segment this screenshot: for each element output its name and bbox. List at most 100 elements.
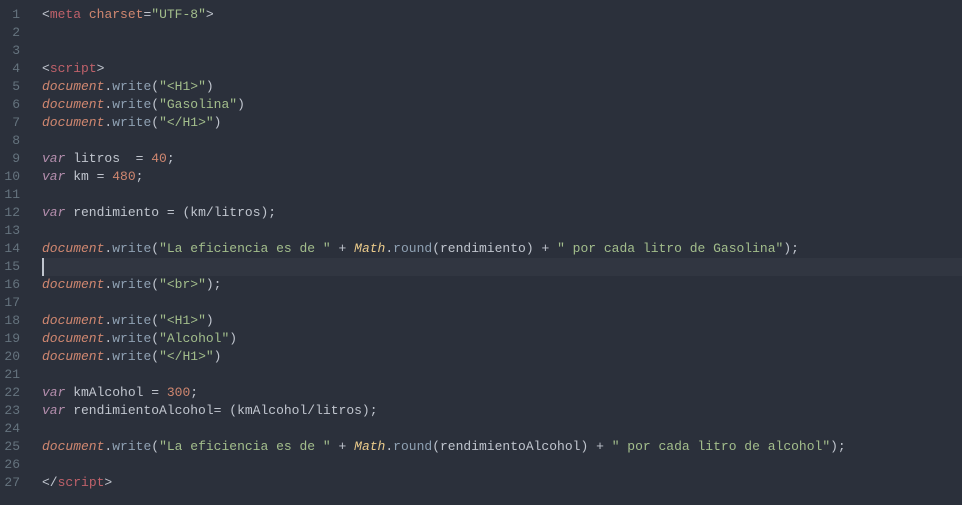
code-line[interactable]: document.write("<H1>") bbox=[42, 78, 962, 96]
code-line[interactable]: document.write("Alcohol") bbox=[42, 330, 962, 348]
code-line[interactable]: var kmAlcohol = 300; bbox=[42, 384, 962, 402]
code-token: meta bbox=[50, 7, 81, 22]
line-number: 18 bbox=[0, 312, 26, 330]
code-token: ); bbox=[783, 241, 799, 256]
code-token: rendimientoAlcohol bbox=[440, 439, 580, 454]
code-line[interactable]: document.write("Gasolina") bbox=[42, 96, 962, 114]
code-token: ) bbox=[214, 349, 222, 364]
line-number: 20 bbox=[0, 348, 26, 366]
line-number: 23 bbox=[0, 402, 26, 420]
line-number: 5 bbox=[0, 78, 26, 96]
code-token: document bbox=[42, 313, 104, 328]
line-number: 2 bbox=[0, 24, 26, 42]
code-token: Math bbox=[354, 241, 385, 256]
code-line[interactable] bbox=[42, 294, 962, 312]
code-token: ( bbox=[229, 403, 237, 418]
line-number: 21 bbox=[0, 366, 26, 384]
code-token: ( bbox=[151, 115, 159, 130]
code-token: " por cada litro de alcohol" bbox=[612, 439, 830, 454]
code-token: ( bbox=[432, 241, 440, 256]
code-token: + bbox=[596, 439, 604, 454]
code-line[interactable]: <script> bbox=[42, 60, 962, 78]
code-token: ; bbox=[167, 151, 175, 166]
code-line[interactable]: </script> bbox=[42, 474, 962, 492]
code-line[interactable]: document.write("La eficiencia es de " + … bbox=[42, 438, 962, 456]
line-number: 6 bbox=[0, 96, 26, 114]
code-token: ( bbox=[151, 349, 159, 364]
code-line[interactable] bbox=[42, 258, 962, 276]
code-line[interactable]: document.write("La eficiencia es de " + … bbox=[42, 240, 962, 258]
code-token: write bbox=[112, 313, 151, 328]
code-token: document bbox=[42, 331, 104, 346]
code-token: . bbox=[385, 439, 393, 454]
line-number: 16 bbox=[0, 276, 26, 294]
code-token: write bbox=[112, 277, 151, 292]
code-line[interactable] bbox=[42, 420, 962, 438]
code-token: write bbox=[112, 439, 151, 454]
code-token: ( bbox=[151, 97, 159, 112]
code-token bbox=[81, 7, 89, 22]
code-token: 300 bbox=[167, 385, 190, 400]
code-token: ) bbox=[206, 313, 214, 328]
code-token: < bbox=[42, 7, 50, 22]
code-token: km bbox=[65, 169, 96, 184]
code-line[interactable]: var km = 480; bbox=[42, 168, 962, 186]
code-token bbox=[331, 439, 339, 454]
code-line[interactable]: document.write("</H1>") bbox=[42, 348, 962, 366]
line-number: 14 bbox=[0, 240, 26, 258]
code-token: document bbox=[42, 277, 104, 292]
line-number: 4 bbox=[0, 60, 26, 78]
code-token: "<br>" bbox=[159, 277, 206, 292]
code-line[interactable]: <meta charset="UTF-8"> bbox=[42, 6, 962, 24]
code-token: ( bbox=[151, 439, 159, 454]
code-token: script bbox=[50, 61, 97, 76]
code-token: ) bbox=[206, 79, 214, 94]
code-line[interactable]: document.write("</H1>") bbox=[42, 114, 962, 132]
code-token: "</H1>" bbox=[159, 349, 214, 364]
code-token: round bbox=[393, 241, 432, 256]
code-token: write bbox=[112, 79, 151, 94]
code-token bbox=[346, 439, 354, 454]
code-token: = bbox=[167, 205, 175, 220]
code-line[interactable] bbox=[42, 132, 962, 150]
code-token: ); bbox=[362, 403, 378, 418]
code-line[interactable]: document.write("<H1>") bbox=[42, 312, 962, 330]
code-token: kmAlcohol bbox=[65, 385, 151, 400]
code-line[interactable] bbox=[42, 24, 962, 42]
code-token: "Gasolina" bbox=[159, 97, 237, 112]
code-editor[interactable]: 1234567891011121314151617181920212223242… bbox=[0, 0, 962, 505]
code-line[interactable]: var rendimiento = (km/litros); bbox=[42, 204, 962, 222]
code-token bbox=[588, 439, 596, 454]
code-token: > bbox=[206, 7, 214, 22]
code-token: var bbox=[42, 205, 65, 220]
code-token: "<H1>" bbox=[159, 313, 206, 328]
code-token: "<H1>" bbox=[159, 79, 206, 94]
line-number: 8 bbox=[0, 132, 26, 150]
code-token bbox=[159, 385, 167, 400]
code-line[interactable] bbox=[42, 42, 962, 60]
code-token: write bbox=[112, 349, 151, 364]
code-line[interactable] bbox=[42, 222, 962, 240]
code-token: ); bbox=[830, 439, 846, 454]
code-token: ( bbox=[151, 79, 159, 94]
code-token: 40 bbox=[151, 151, 167, 166]
code-line[interactable] bbox=[42, 186, 962, 204]
line-number: 13 bbox=[0, 222, 26, 240]
code-token: "La eficiencia es de " bbox=[159, 241, 331, 256]
code-token: ; bbox=[136, 169, 144, 184]
line-number: 19 bbox=[0, 330, 26, 348]
code-token: ) bbox=[237, 97, 245, 112]
code-line[interactable] bbox=[42, 366, 962, 384]
code-line[interactable]: var rendimientoAlcohol= (kmAlcohol/litro… bbox=[42, 402, 962, 420]
code-line[interactable]: var litros = 40; bbox=[42, 150, 962, 168]
code-token: ) bbox=[526, 241, 534, 256]
code-token: > bbox=[104, 475, 112, 490]
code-token: write bbox=[112, 97, 151, 112]
line-number: 17 bbox=[0, 294, 26, 312]
code-token: ( bbox=[151, 241, 159, 256]
code-line[interactable]: document.write("<br>"); bbox=[42, 276, 962, 294]
code-token: " por cada litro de Gasolina" bbox=[557, 241, 783, 256]
code-line[interactable] bbox=[42, 456, 962, 474]
code-token: var bbox=[42, 385, 65, 400]
code-area[interactable]: <meta charset="UTF-8"><script>document.w… bbox=[34, 0, 962, 505]
